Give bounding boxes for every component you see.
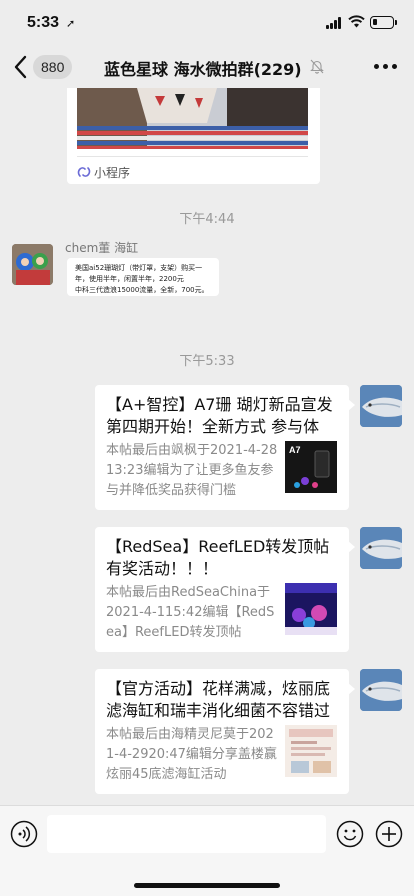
avatar[interactable] [360,527,402,569]
message-line: 美国ai52珊瑚灯（带灯罩，支架）购买一 [75,264,203,272]
card-title: 【A+智控】A7珊 瑚灯新品宣发 第四期开始！全新方式 参与体验！ [106,395,333,436]
chevron-left-icon[interactable] [12,54,30,80]
location-arrow-icon: ➚ [66,17,76,30]
mini-program-label: 小程序 [94,166,131,180]
card-title: 【官方活动】花样满减，炫丽底滤海缸和瑞丰消化细菌不容错过 [106,679,331,720]
avatar[interactable] [360,385,402,427]
card-thumbnail: A7 [285,441,337,493]
input-bar [0,805,414,896]
mini-program-card[interactable]: 小程序 [67,88,320,184]
avatar[interactable] [360,669,402,711]
message-line: 中科三代造浪15000流量，全新，700元。 [75,286,209,294]
mini-program-image [77,88,308,149]
sender-name: chem董 海缸 [65,241,139,255]
battery-icon [370,16,394,29]
voice-icon[interactable] [10,820,38,848]
wifi-icon [348,15,365,28]
timestamp: 下午4:44 [179,212,235,227]
timestamp: 下午5:33 [179,354,235,369]
link-card[interactable]: 【RedSea】ReefLED转发顶帖有奖活动！！！ 本帖最后由RedSeaCh… [95,527,355,652]
bell-off-icon [310,59,324,74]
card-thumbnail [285,725,337,777]
chat-title[interactable]: 蓝色星球 海水微拍群(229) [104,56,302,80]
unread-count-badge[interactable]: 880 [33,55,73,79]
link-card[interactable]: 【A+智控】A7珊 瑚灯新品宣发 第四期开始！全新方式 参与体验！ 本帖最后由飒… [95,385,355,510]
card-title: 【RedSea】ReefLED转发顶帖有奖活动！！！ [106,537,330,578]
status-time: 5:33 [27,14,60,31]
avatar[interactable] [12,244,53,285]
link-card[interactable]: 【官方活动】花样满减，炫丽底滤海缸和瑞丰消化细菌不容错过 本帖最后由海精灵尼莫于… [95,669,355,794]
home-indicator [134,883,280,888]
card-thumbnail [285,583,337,635]
signal-icon [326,17,343,29]
emoji-icon[interactable] [336,820,364,848]
message-line: 年，使用半年，闲置半年，2200元 [75,275,184,283]
thumbnail-text: A7 [289,445,301,455]
status-bar: 5:33 ➚ [0,0,414,50]
link-icon [77,167,91,177]
battery-level [373,19,377,25]
plus-icon[interactable] [375,820,403,848]
card-description: 本帖最后由飒枫于2021-4-2813:23编辑为了让更多鱼友参与并降低奖品获得… [106,443,278,498]
more-dots-icon[interactable] [374,64,398,70]
message-input[interactable] [47,815,326,853]
chat-header: 880 蓝色星球 海水微拍群(229) [0,46,414,88]
card-description: 本帖最后由海精灵尼莫于2021-4-2920:47编辑分享盖楼赢炫丽45底滤海缸… [106,727,277,782]
message-bubble[interactable]: 美国ai52珊瑚灯（带灯罩，支架）购买一 年，使用半年，闲置半年，2200元 中… [67,258,219,296]
card-description: 本帖最后由RedSeaChina于2021-4-115:42编辑【RedSea】… [106,585,275,640]
